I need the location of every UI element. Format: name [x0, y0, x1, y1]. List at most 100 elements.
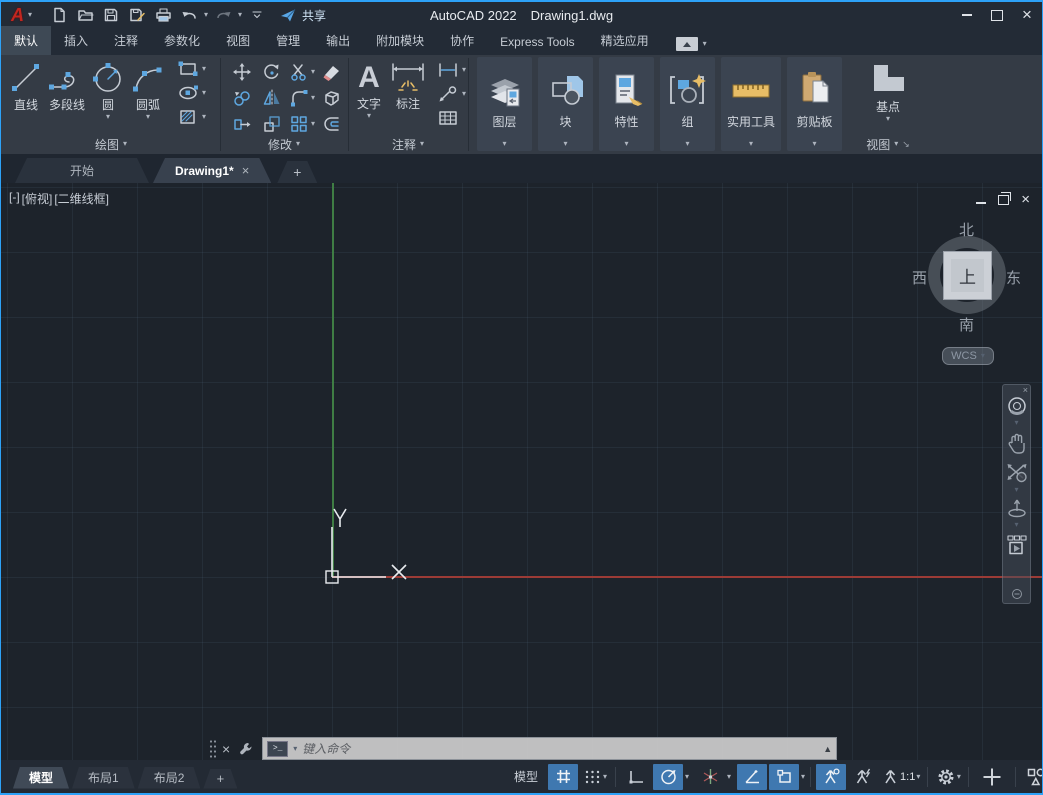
panel-properties[interactable]: 特性 ▾ — [599, 57, 654, 151]
hatch-dropdown-icon[interactable]: ▾ — [202, 113, 206, 121]
tab-view[interactable]: 视图 — [213, 26, 263, 55]
tab-parametric[interactable]: 参数化 — [151, 26, 213, 55]
viewcube-top-face[interactable]: 上 — [943, 251, 992, 300]
navigation-wheel-button[interactable] — [1006, 395, 1028, 419]
polar-dropdown-icon[interactable]: ▾ — [685, 772, 689, 781]
offset-button[interactable] — [322, 114, 342, 134]
annotation-visibility-toggle[interactable] — [816, 763, 847, 790]
grid-display-toggle[interactable] — [548, 763, 578, 790]
annotation-autoscale-toggle[interactable] — [848, 764, 878, 790]
command-input[interactable]: >_ ▾ 键入命令 ▲ — [262, 737, 838, 760]
panel-clipboard[interactable]: 剪贴板 ▾ — [787, 57, 842, 151]
ribbon-minimize-dropdown-icon[interactable]: ▾ — [703, 40, 707, 48]
panel-title-modify[interactable]: 修改 ▾ — [221, 136, 347, 152]
layout-tab-layout1[interactable]: 布局1 — [72, 767, 135, 789]
viewcube-south[interactable]: 南 — [959, 314, 974, 335]
zoom-extents-button[interactable] — [1005, 460, 1029, 486]
save-button[interactable] — [100, 5, 122, 25]
plot-button[interactable] — [152, 5, 174, 25]
ortho-toggle[interactable] — [621, 764, 651, 790]
trim-dropdown-icon[interactable]: ▾ — [311, 68, 315, 76]
command-customize-wrench-icon[interactable] — [238, 741, 254, 757]
new-layout-button[interactable]: + — [203, 769, 237, 789]
wcs-menu-button[interactable]: WCS ▾ — [942, 347, 994, 365]
table-button[interactable] — [437, 106, 466, 130]
maximize-button[interactable] — [982, 3, 1012, 27]
viewcube-east[interactable]: 东 — [1006, 267, 1021, 288]
ellipse-tool-button[interactable]: ▾ — [177, 81, 206, 105]
command-close-icon[interactable]: × — [222, 741, 230, 757]
leader-button[interactable]: ▾ — [437, 82, 466, 106]
file-tab-drawing1[interactable]: Drawing1* × — [153, 158, 271, 183]
scale-button[interactable] — [262, 114, 282, 134]
command-drag-handle[interactable] — [209, 738, 216, 759]
linear-dimension-button[interactable]: ▾ — [437, 58, 466, 82]
save-as-button[interactable] — [126, 5, 148, 25]
polyline-tool-button[interactable]: 多段线 — [47, 57, 87, 113]
drawing-canvas[interactable]: [-] [俯视] [二维线框] × 北 西 东 南 上 WCS ▾ × ▾ ▾ … — [1, 183, 1042, 760]
panel-layers[interactable]: 图层 ▾ — [477, 57, 532, 151]
rectangle-dropdown-icon[interactable]: ▾ — [202, 65, 206, 73]
line-tool-button[interactable]: 直线 — [9, 57, 43, 113]
zoom-dropdown-icon[interactable]: ▾ — [1014, 486, 1018, 494]
orbit-dropdown-icon[interactable]: ▾ — [1014, 521, 1018, 529]
viewport-visual-style-control[interactable]: [二维线框] — [54, 190, 109, 207]
undo-dropdown-icon[interactable]: ▾ — [204, 11, 208, 19]
panel-groups[interactable]: 组 ▾ — [660, 57, 715, 151]
ellipse-dropdown-icon[interactable]: ▾ — [202, 89, 206, 97]
tab-featured-apps[interactable]: 精选应用 — [588, 26, 662, 55]
polar-tracking-toggle[interactable] — [653, 763, 683, 790]
navbar-customize-icon[interactable] — [1011, 588, 1023, 600]
close-button[interactable]: × — [1012, 3, 1042, 27]
iso-drafting-toggle[interactable] — [695, 764, 725, 790]
showmotion-button[interactable] — [1005, 533, 1029, 559]
workspace-dropdown-icon[interactable]: ▾ — [957, 772, 961, 781]
array-button[interactable]: ▾ — [289, 114, 315, 134]
drawing-minimize-icon[interactable] — [976, 201, 987, 204]
dimension-tool-button[interactable]: 标注 — [389, 58, 427, 112]
tab-manage[interactable]: 管理 — [263, 26, 313, 55]
panel-utilities[interactable]: 实用工具 ▾ — [721, 57, 781, 151]
file-tab-close-icon[interactable]: × — [242, 163, 250, 178]
move-button[interactable] — [232, 62, 252, 82]
ribbon-minimize-button[interactable] — [675, 37, 698, 51]
circle-dropdown-icon[interactable]: ▾ — [106, 113, 110, 121]
viewport-view-control[interactable]: [俯视] — [22, 190, 53, 207]
undo-button[interactable] — [178, 5, 200, 25]
tab-output[interactable]: 输出 — [313, 26, 363, 55]
model-paper-toggle[interactable]: 模型 — [506, 764, 546, 790]
crosshair-customize-button[interactable] — [974, 764, 1010, 790]
text-tool-button[interactable]: A 文字 ▾ — [357, 58, 381, 120]
explode-button[interactable] — [322, 88, 342, 108]
layout-tab-layout2[interactable]: 布局2 — [138, 767, 201, 789]
new-file-button[interactable] — [48, 5, 70, 25]
hatch-tool-button[interactable]: ▾ — [177, 105, 206, 129]
panel-title-view[interactable]: 视图 ▾ ↘ — [848, 136, 928, 152]
fillet-button[interactable]: ▾ — [289, 88, 315, 108]
circle-tool-button[interactable]: 圆 ▾ — [91, 57, 125, 121]
rotate-button[interactable] — [262, 62, 282, 82]
workspace-switching-button[interactable]: ▾ — [933, 764, 963, 790]
arc-dropdown-icon[interactable]: ▾ — [146, 113, 150, 121]
trim-button[interactable]: ▾ — [289, 62, 315, 82]
redo-dropdown-icon[interactable]: ▾ — [238, 11, 242, 19]
drawing-restore-icon[interactable] — [998, 191, 1012, 205]
tab-express-tools[interactable]: Express Tools — [487, 29, 587, 55]
osnap-dropdown-icon[interactable]: ▾ — [801, 772, 805, 781]
viewcube-west[interactable]: 西 — [912, 267, 927, 288]
rectangle-tool-button[interactable]: ▾ — [177, 57, 206, 81]
share-button[interactable]: 共享 — [280, 7, 326, 24]
qat-customize-button[interactable] — [246, 5, 268, 25]
base-view-button[interactable]: 基点 ▾ — [848, 55, 928, 123]
file-tab-start[interactable]: 开始 — [15, 158, 149, 183]
app-menu-button[interactable]: A ▾ — [1, 5, 32, 26]
annotation-scale-button[interactable]: 1:1 ▾ — [880, 764, 922, 790]
command-history-dropdown-icon[interactable]: ▾ — [293, 744, 297, 753]
annotation-scale-dropdown-icon[interactable]: ▾ — [916, 772, 920, 781]
array-dropdown-icon[interactable]: ▾ — [311, 120, 315, 128]
viewport-menu-control[interactable]: [-] — [9, 190, 20, 207]
navbar-close-icon[interactable]: × — [1023, 386, 1028, 395]
object-snap-toggle[interactable] — [769, 763, 800, 790]
layout-tab-model[interactable]: 模型 — [13, 767, 69, 789]
new-drawing-tab-button[interactable]: + — [277, 161, 317, 183]
